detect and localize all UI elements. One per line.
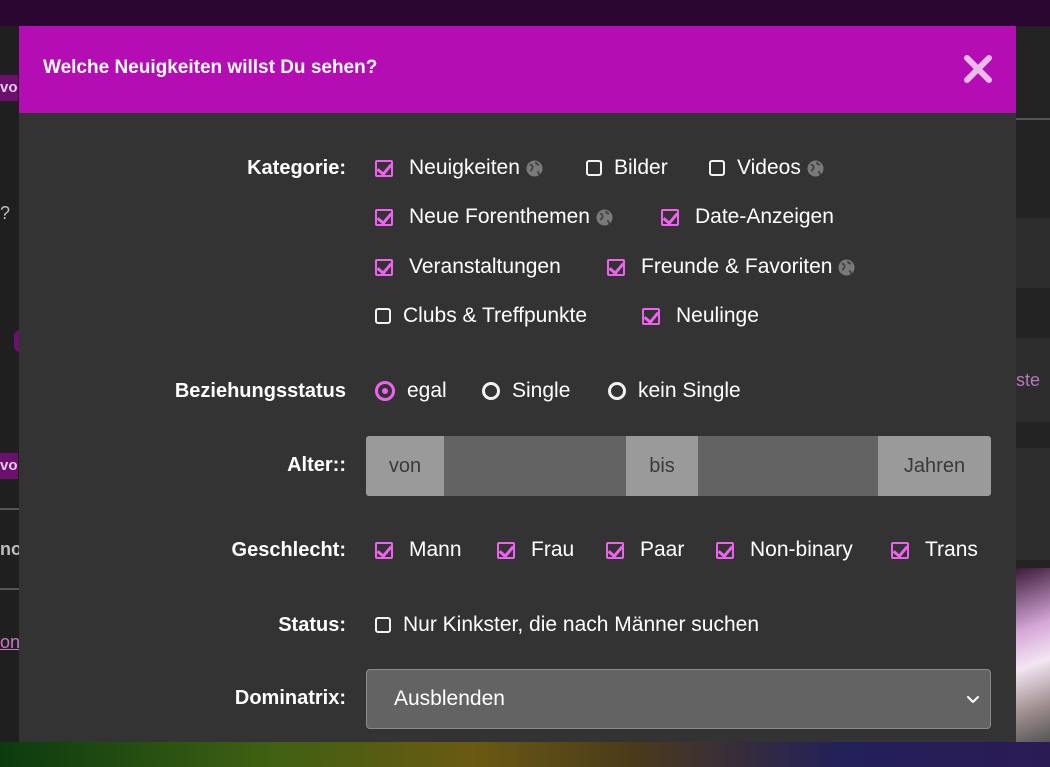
- checkbox-checked-icon: [375, 206, 397, 228]
- kategorie-videos-checkbox[interactable]: Videos: [709, 154, 824, 182]
- background-photo: [1016, 568, 1050, 742]
- globe-icon: [596, 208, 613, 226]
- option-label: egal: [407, 379, 447, 402]
- checkbox-checked-icon: [642, 305, 664, 327]
- globe-icon: [807, 159, 824, 177]
- geschlecht-trans-checkbox[interactable]: Trans: [891, 536, 978, 564]
- option-label: Neulinge: [676, 304, 759, 327]
- option-label: Neuigkeiten: [409, 156, 520, 179]
- radio-selected-icon: [375, 381, 395, 401]
- checkbox-checked-icon: [375, 256, 397, 278]
- checkbox-checked-icon: [497, 539, 519, 561]
- kategorie-veranstaltungen-checkbox[interactable]: Veranstaltungen: [375, 253, 561, 281]
- kategorie-bilder-checkbox[interactable]: Bilder: [586, 154, 668, 182]
- background-divider: [0, 508, 20, 510]
- option-label: Bilder: [614, 156, 668, 179]
- checkbox-checked-icon: [375, 157, 397, 179]
- age-to-addon: bis: [626, 436, 698, 496]
- geschlecht-frau-checkbox[interactable]: Frau: [497, 536, 574, 564]
- status-kinkster-checkbox[interactable]: Nur Kinkster, die nach Männer suchen: [375, 611, 759, 639]
- geschlecht-non-binary-checkbox[interactable]: Non-binary: [716, 536, 853, 564]
- geschlecht-paar-checkbox[interactable]: Paar: [606, 536, 684, 564]
- checkbox-checked-icon: [891, 539, 913, 561]
- radio-unselected-icon: [608, 382, 626, 400]
- background-panel: [1016, 218, 1050, 288]
- background-tag: vo: [0, 75, 18, 101]
- news-filter-modal: Welche Neuigkeiten willst Du sehen? Kate…: [19, 26, 1016, 742]
- option-label: Videos: [737, 156, 801, 179]
- alter-label: Alter::: [287, 454, 346, 476]
- background-divider: [0, 588, 20, 590]
- checkbox-checked-icon: [375, 539, 397, 561]
- option-label: kein Single: [638, 379, 741, 402]
- background-tag: vo: [0, 453, 18, 479]
- kategorie-neuigkeiten-checkbox[interactable]: Neuigkeiten: [375, 154, 543, 182]
- checkbox-unchecked-icon: [709, 160, 725, 176]
- option-label: Trans: [925, 538, 978, 561]
- checkbox-checked-icon: [606, 539, 628, 561]
- option-label: Nur Kinkster, die nach Männer suchen: [403, 613, 760, 636]
- option-label: Frau: [531, 538, 575, 561]
- age-from-input[interactable]: [444, 436, 626, 496]
- beziehungsstatus-label: Beziehungsstatus: [174, 380, 346, 402]
- option-label: Date-Anzeigen: [695, 205, 834, 228]
- age-unit-addon: Jahren: [878, 436, 991, 496]
- option-label: Mann: [409, 538, 462, 561]
- kategorie-forenthemen-checkbox[interactable]: Neue Forenthemen: [375, 203, 613, 231]
- background-text: no: [0, 539, 20, 559]
- age-from-addon: von: [366, 436, 444, 496]
- background-text: ste: [1016, 370, 1041, 390]
- geschlecht-mann-checkbox[interactable]: Mann: [375, 536, 462, 564]
- background-link[interactable]: on: [0, 632, 20, 653]
- option-label: Freunde & Favoriten: [641, 255, 833, 278]
- geschlecht-label: Geschlecht:: [231, 539, 346, 561]
- age-to-input[interactable]: [698, 436, 878, 496]
- background-divider: [1016, 118, 1050, 120]
- checkbox-checked-icon: [716, 539, 738, 561]
- checkbox-unchecked-icon: [375, 617, 391, 633]
- option-label: Single: [512, 379, 571, 402]
- beziehungsstatus-egal-radio[interactable]: egal: [375, 377, 447, 405]
- checkbox-checked-icon: [607, 256, 629, 278]
- modal-title: Welche Neuigkeiten willst Du sehen?: [43, 57, 378, 78]
- background-banner: [0, 742, 1050, 767]
- status-label: Status:: [278, 614, 346, 636]
- age-range-group: von bis Jahren: [366, 436, 991, 496]
- radio-unselected-icon: [482, 382, 500, 400]
- background-text: ?: [0, 203, 11, 223]
- top-bar: [0, 0, 1050, 26]
- beziehungsstatus-kein-single-radio[interactable]: kein Single: [608, 377, 741, 405]
- dominatrix-select[interactable]: Ausblenden: [366, 669, 991, 729]
- dominatrix-selected-value: Ausblenden: [394, 687, 505, 710]
- option-label: Non-binary: [750, 538, 853, 561]
- option-label: Veranstaltungen: [409, 255, 561, 278]
- kategorie-neulinge-checkbox[interactable]: Neulinge: [642, 302, 759, 330]
- dominatrix-label: Dominatrix:: [234, 687, 346, 709]
- chevron-down-icon: [967, 696, 979, 703]
- close-icon: [964, 55, 992, 83]
- kategorie-date-anzeigen-checkbox[interactable]: Date-Anzeigen: [661, 203, 834, 231]
- checkbox-unchecked-icon: [586, 160, 602, 176]
- kategorie-label: Kategorie:: [247, 157, 346, 179]
- background-panel: [1016, 448, 1050, 560]
- checkbox-unchecked-icon: [375, 308, 391, 324]
- option-label: Clubs & Treffpunkte: [403, 304, 588, 327]
- option-label: Paar: [640, 538, 685, 561]
- option-label: Neue Forenthemen: [409, 205, 590, 228]
- kategorie-clubs-checkbox[interactable]: Clubs & Treffpunkte: [375, 302, 587, 330]
- modal-header: Welche Neuigkeiten willst Du sehen?: [19, 26, 1016, 113]
- beziehungsstatus-single-radio[interactable]: Single: [482, 377, 570, 405]
- checkbox-checked-icon: [661, 206, 683, 228]
- globe-icon: [526, 159, 543, 177]
- close-button[interactable]: [963, 54, 993, 84]
- kategorie-freunde-favoriten-checkbox[interactable]: Freunde & Favoriten: [607, 253, 855, 281]
- globe-icon: [838, 258, 855, 276]
